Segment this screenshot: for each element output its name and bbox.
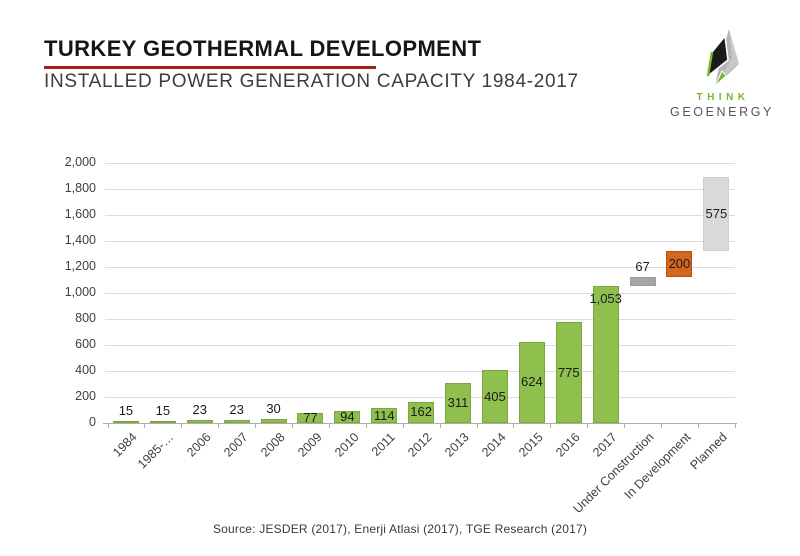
- bar-2006: [186, 420, 213, 423]
- x-axis-tick: [439, 424, 441, 428]
- x-label-text: Planned: [687, 430, 731, 473]
- source-note: Source: JESDER (2017), Enerji Atlasi (20…: [212, 522, 588, 536]
- x-label-text: 2017: [589, 430, 620, 460]
- value-label-2017: 1,053: [589, 291, 622, 307]
- bar-2007: [223, 420, 250, 423]
- x-label-text: 2015: [516, 430, 546, 460]
- page-subtitle: INSTALLED POWER GENERATION CAPACITY 1984…: [44, 71, 579, 92]
- gridline-1000: [105, 293, 735, 294]
- y-tick-label: 1,000: [64, 285, 96, 299]
- y-tick-label: 0: [89, 415, 96, 429]
- x-label-text: 2016: [553, 430, 583, 460]
- x-axis-tick: [550, 424, 552, 428]
- x-label-text: 2009: [294, 430, 325, 460]
- x-label-text: 2014: [479, 430, 509, 460]
- title-underline: [44, 66, 376, 69]
- x-label-text: 2006: [184, 430, 214, 460]
- logo-geoenergy-text: GEOENERGY: [670, 105, 774, 119]
- x-label-text: 2013: [442, 430, 472, 460]
- y-tick-label: 200: [75, 389, 96, 403]
- gridline-200: [105, 397, 735, 398]
- thinkgeoenergy-logo: THINK GEOENERGY: [652, 28, 790, 119]
- x-axis-tick: [107, 424, 109, 428]
- x-label-text: In Development: [621, 430, 694, 502]
- bar-under-construction: [629, 277, 656, 287]
- x-label-text: 2010: [331, 430, 362, 460]
- bar-2017: [592, 286, 619, 423]
- x-axis-tick: [181, 424, 183, 428]
- logo-think-text: THINK: [696, 92, 750, 103]
- page-title: TURKEY GEOTHERMAL DEVELOPMENT: [44, 36, 482, 61]
- value-label-planned: 575: [705, 206, 728, 222]
- x-axis-tick: [587, 424, 589, 428]
- y-tick-label: 1,400: [64, 233, 96, 247]
- y-tick-label: 400: [75, 363, 96, 377]
- gridline-400: [105, 371, 735, 372]
- x-axis-tick: [661, 424, 662, 428]
- x-axis-tick: [697, 424, 699, 428]
- y-tick-label: 600: [75, 337, 96, 351]
- value-label-2014: 405: [484, 388, 506, 404]
- y-tick-label: 1,800: [64, 181, 96, 195]
- gridline-800: [105, 319, 735, 320]
- x-label-text: 2008: [257, 430, 288, 460]
- x-label-text: 2007: [220, 430, 251, 460]
- y-tick-label: 2,000: [64, 155, 96, 169]
- logo-kite-icon: [706, 29, 739, 87]
- gridline-2000: [105, 163, 735, 164]
- x-axis-tick: [218, 424, 220, 428]
- x-axis-tick: [255, 424, 257, 428]
- x-label-text: 1984: [110, 430, 140, 460]
- x-axis-tick: [476, 424, 478, 428]
- slide: TURKEY GEOTHERMAL DEVELOPMENT INSTALLED …: [0, 0, 800, 556]
- bar-1984: [112, 421, 139, 424]
- x-label-text: 1985-…: [135, 430, 177, 472]
- x-axis-tick: [734, 424, 736, 428]
- x-axis-line: [103, 423, 737, 424]
- gridline-1600: [105, 215, 735, 216]
- x-axis-tick: [402, 424, 404, 428]
- y-tick-label: 1,200: [64, 259, 96, 273]
- x-label-text: 2011: [369, 430, 399, 459]
- x-axis-tick: [144, 424, 146, 428]
- gridline-1400: [105, 241, 735, 242]
- value-label-2016: 775: [557, 364, 580, 380]
- x-axis-tick: [365, 424, 367, 428]
- x-axis-tick: [513, 424, 515, 428]
- y-tick-label: 1,600: [64, 207, 96, 221]
- y-tick-label: 800: [75, 311, 96, 325]
- bar-1985: [149, 421, 176, 424]
- value-label-in-development: 200: [668, 256, 691, 272]
- gridline-1800: [105, 189, 735, 190]
- x-axis-tick: [624, 424, 626, 428]
- gridline-600: [105, 345, 735, 346]
- x-label-text: 2012: [405, 430, 436, 460]
